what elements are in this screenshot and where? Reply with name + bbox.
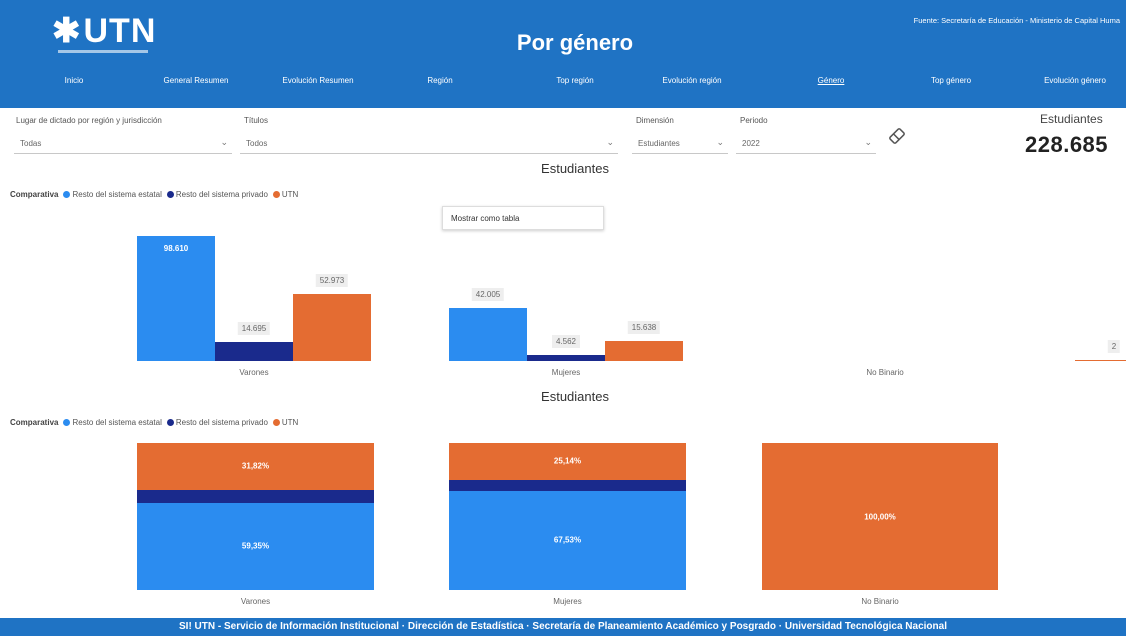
stack-privado[interactable] — [449, 479, 686, 491]
nav-item-top-region[interactable]: Top región — [556, 76, 593, 85]
chart1-title: Estudiantes — [541, 161, 609, 176]
legend-label-utn: UTN — [281, 190, 299, 199]
x-axis-label: Mujeres — [553, 597, 582, 606]
filter-select-dimension[interactable]: Estudiantes ⌄ — [632, 132, 728, 154]
eraser-icon[interactable] — [887, 126, 907, 146]
tooltip-text: Mostrar como tabla — [451, 214, 520, 223]
dashboard: ✱ UTN Por género Fuente: Secretaría de E… — [0, 0, 1126, 636]
page-title: Por género — [516, 30, 634, 55]
legend-dot-estatal — [63, 419, 71, 426]
legend-label-estatal: Resto del sistema estatal — [72, 418, 162, 427]
legend-entry-utn: UTN — [272, 418, 299, 427]
nav-item-evolucion-genero[interactable]: Evolución género — [1044, 76, 1106, 85]
filter-select-periodo[interactable]: 2022 ⌄ — [736, 132, 876, 154]
bar-utn[interactable] — [605, 341, 683, 361]
bar-privado[interactable] — [215, 342, 293, 361]
legend-title: Comparativa — [10, 418, 59, 427]
legend-dot-utn — [272, 419, 280, 426]
nav-item-inicio[interactable]: Inicio — [65, 76, 84, 85]
legend-dot-utn — [272, 191, 280, 198]
footer-text: - Servicio de Información Institucional … — [215, 621, 947, 632]
kpi-label: Estudiantes — [1040, 112, 1103, 126]
nav-bar: Inicio General Resumen Evolución Resumen… — [0, 76, 1126, 98]
filter-select-lugar[interactable]: Todas ⌄ — [14, 132, 232, 154]
data-label: 15.638 — [627, 321, 661, 335]
chart2-title: Estudiantes — [541, 389, 609, 404]
legend-label-privado: Resto del sistema privado — [175, 418, 268, 427]
data-label: 42.005 — [471, 287, 505, 301]
footer: SI! UTN - Servicio de Información Instit… — [0, 618, 1126, 636]
header: ✱ UTN Por género Fuente: Secretaría de E… — [0, 0, 1126, 108]
nav-item-top-genero[interactable]: Top género — [931, 76, 971, 85]
legend-title: Comparativa — [10, 190, 59, 199]
filter-label-lugar: Lugar de dictado por región y jurisdicci… — [16, 116, 162, 125]
legend-label-estatal: Resto del sistema estatal — [72, 190, 162, 199]
percent-label: 59,35% — [241, 541, 270, 551]
legend-dot-privado — [166, 191, 174, 198]
percent-label: 31,82% — [241, 461, 270, 471]
filter-select-titulos[interactable]: Todos ⌄ — [240, 132, 618, 154]
chart2-legend: Comparativa Resto del sistema estatal Re… — [10, 418, 298, 427]
legend-entry-estatal: Resto del sistema estatal — [63, 418, 162, 427]
nav-item-evolucion-region[interactable]: Evolución región — [662, 76, 721, 85]
data-label: 2 — [1107, 340, 1121, 353]
x-axis-label: Varones — [240, 597, 271, 606]
chevron-down-icon: ⌄ — [864, 137, 872, 147]
show-as-table-tooltip[interactable]: Mostrar como tabla — [442, 206, 604, 230]
chevron-down-icon: ⌄ — [606, 137, 614, 147]
chevron-down-icon: ⌄ — [220, 137, 228, 147]
legend-entry-privado: Resto del sistema privado — [166, 190, 268, 199]
percent-label: 67,53% — [553, 535, 582, 545]
x-axis-label: No Binario — [866, 368, 904, 377]
legend-entry-estatal: Resto del sistema estatal — [63, 190, 162, 199]
filter-label-dimension: Dimensión — [636, 116, 674, 125]
nav-item-evolucion-resumen[interactable]: Evolución Resumen — [282, 76, 353, 85]
bar-estatal[interactable] — [449, 307, 527, 361]
filter-value-titulos: Todos — [246, 139, 268, 148]
footer-brand: SI! UTN — [179, 621, 216, 632]
bar-utn[interactable] — [1075, 360, 1126, 361]
chart1-legend: Comparativa Resto del sistema estatal Re… — [10, 190, 298, 199]
legend-label-privado: Resto del sistema privado — [175, 190, 268, 199]
filter-value-periodo: 2022 — [742, 139, 760, 148]
percent-label: 100,00% — [864, 512, 896, 521]
kpi-value: 228.685 — [1025, 132, 1109, 157]
legend-entry-privado: Resto del sistema privado — [166, 418, 268, 427]
legend-label-utn: UTN — [281, 418, 299, 427]
data-label: 52.973 — [315, 273, 349, 287]
nav-item-general-resumen[interactable]: General Resumen — [164, 76, 229, 85]
data-label: 4.562 — [551, 335, 581, 349]
x-axis-label: Mujeres — [551, 368, 581, 377]
filter-label-titulos: Títulos — [244, 116, 269, 125]
x-axis-label: Varones — [239, 368, 269, 377]
data-label: 14.695 — [237, 322, 271, 336]
filter-value-lugar: Todas — [20, 139, 42, 148]
filter-label-periodo: Periodo — [740, 116, 768, 125]
x-axis-label: No Binario — [861, 597, 899, 606]
stack-privado[interactable] — [137, 489, 374, 503]
bar-privado[interactable] — [527, 355, 605, 361]
legend-dot-estatal — [63, 191, 71, 198]
legend-dot-privado — [166, 419, 174, 426]
legend-entry-utn: UTN — [272, 190, 299, 199]
filter-value-dimension: Estudiantes — [638, 139, 680, 148]
source-note: Fuente: Secretaría de Educación - Minist… — [913, 16, 1120, 25]
bar-utn[interactable] — [293, 293, 371, 361]
nav-item-genero[interactable]: Género — [818, 76, 845, 85]
chevron-down-icon: ⌄ — [716, 137, 724, 147]
data-label: 98.610 — [163, 243, 189, 253]
nav-item-region[interactable]: Región — [427, 76, 452, 85]
percent-label: 25,14% — [553, 456, 582, 466]
